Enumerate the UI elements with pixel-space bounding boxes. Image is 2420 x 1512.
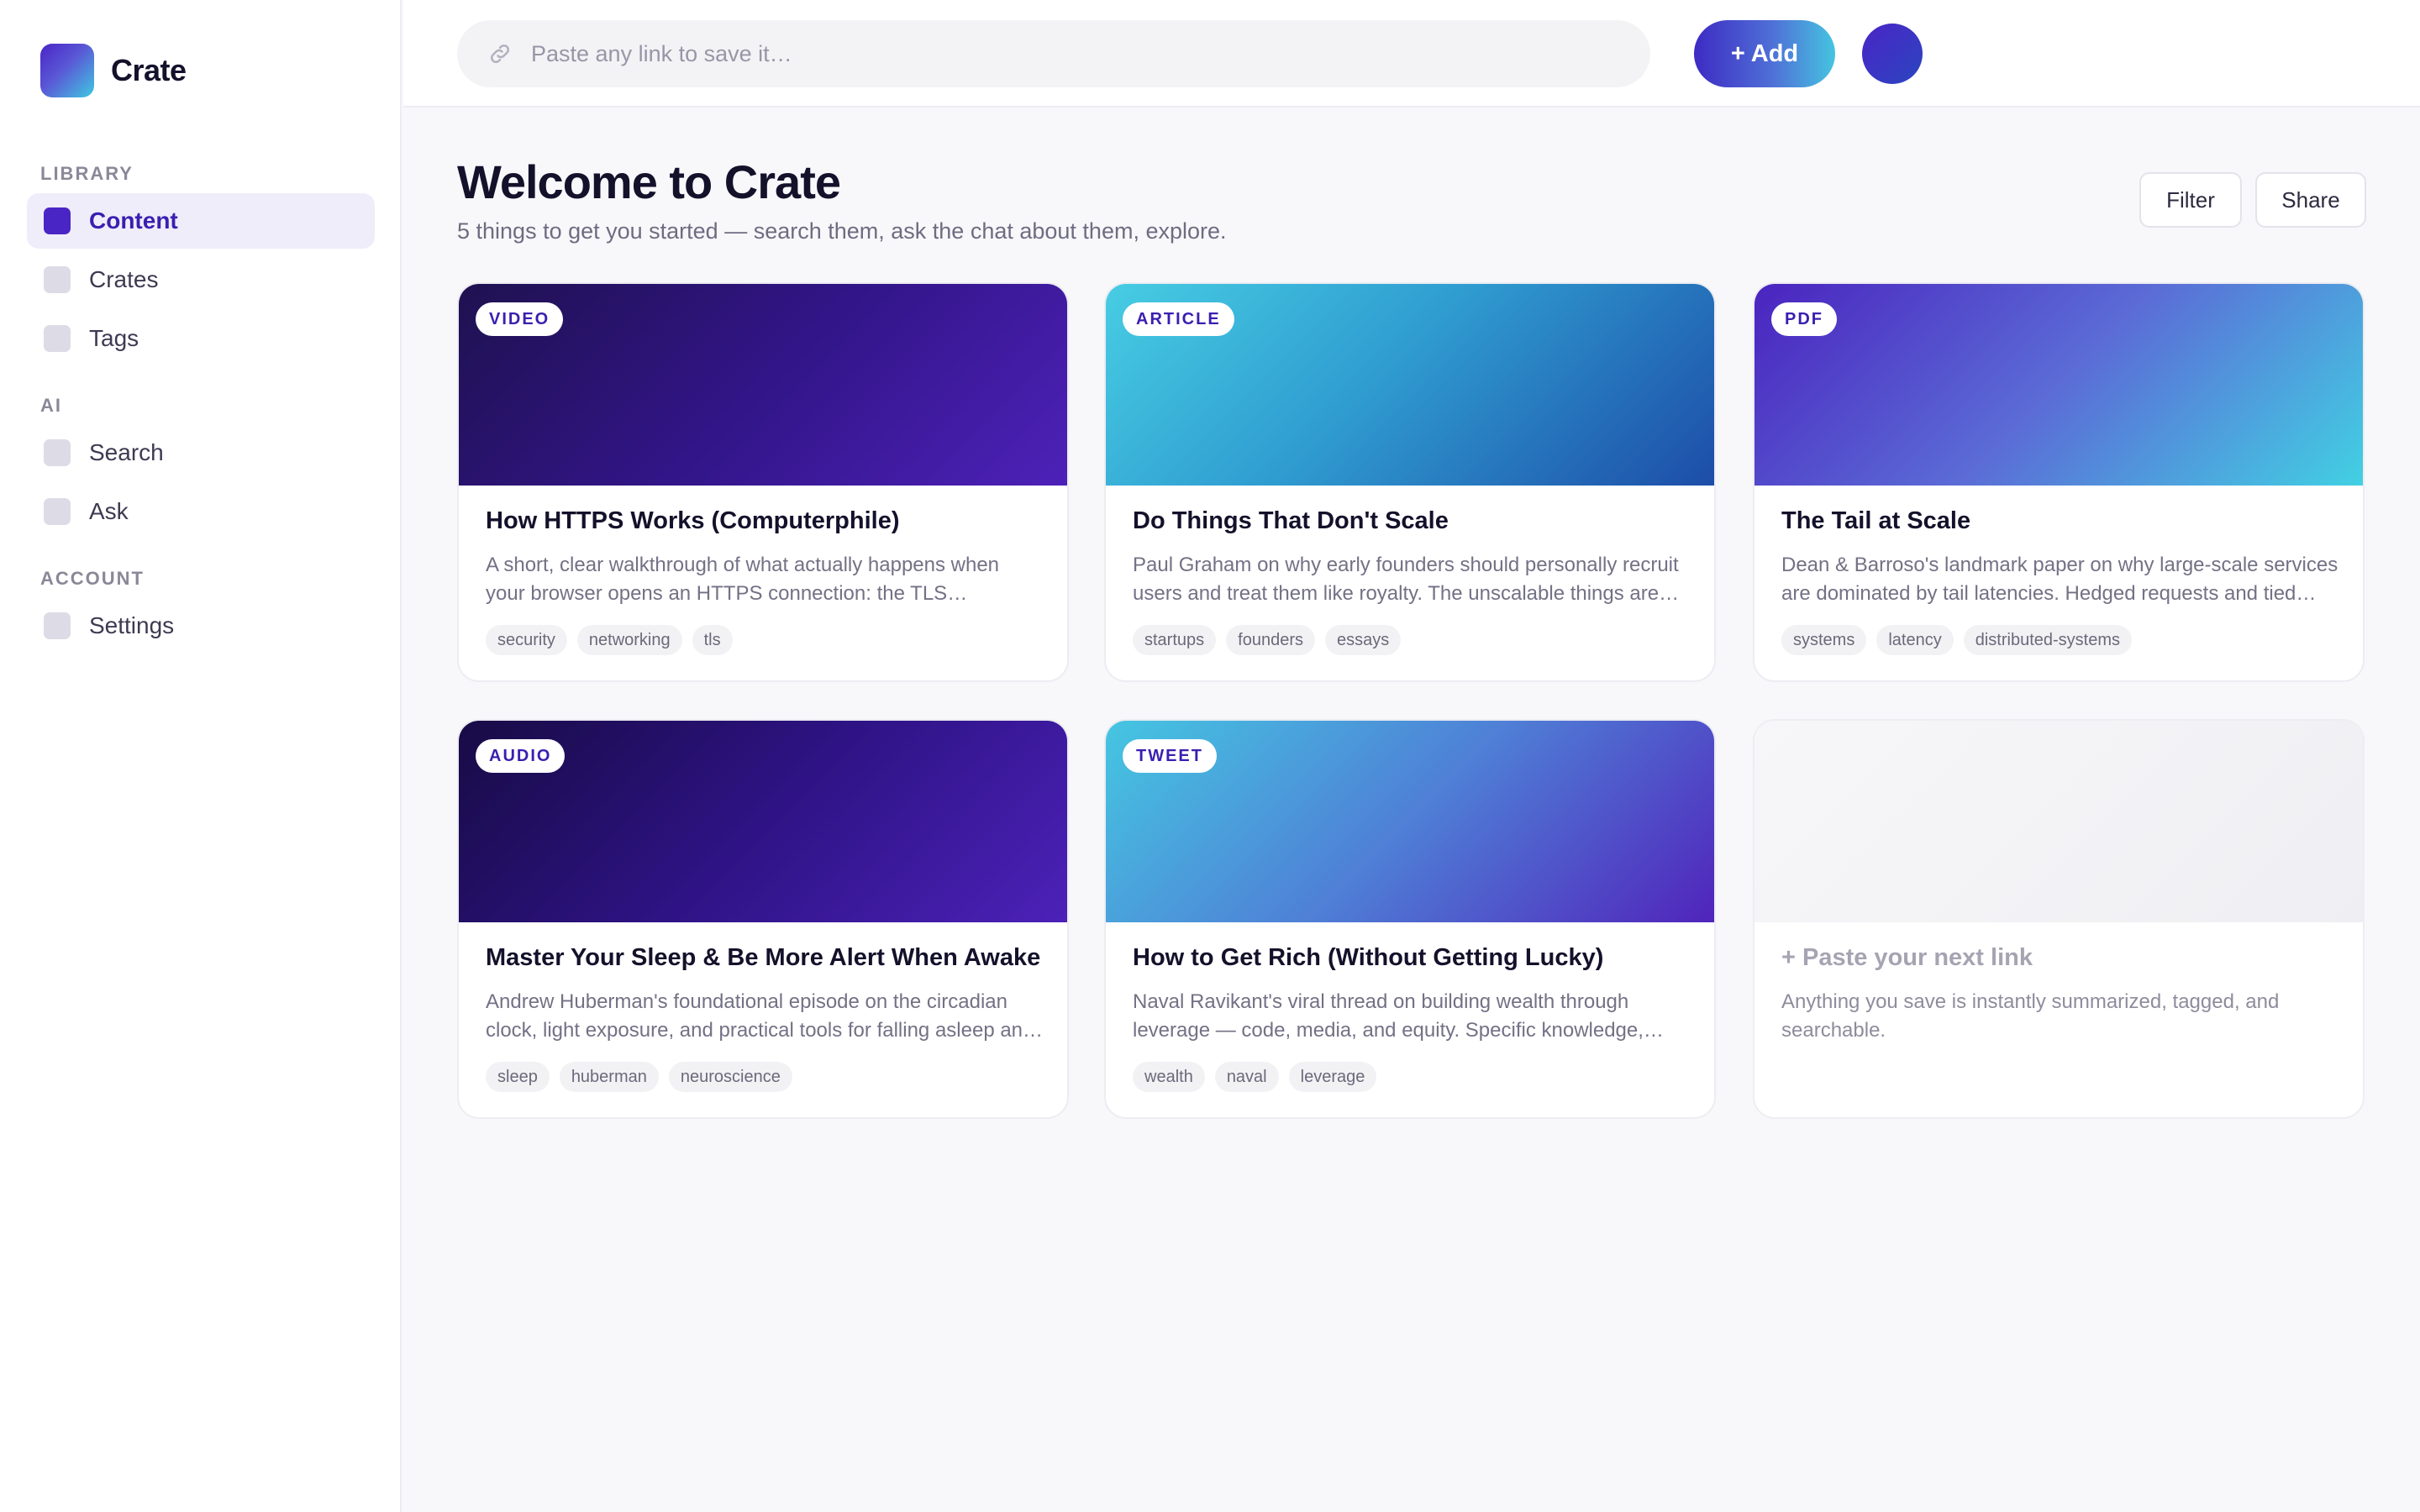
card-title: Master Your Sleep & Be More Alert When A… xyxy=(486,944,1041,971)
page-title: Welcome to Crate xyxy=(457,155,841,208)
share-button[interactable]: Share xyxy=(2255,172,2366,228)
card-thumbnail-empty xyxy=(1754,721,2363,922)
crates-icon xyxy=(44,266,71,293)
card-description: Naval Ravikant's viral thread on buildin… xyxy=(1133,990,1644,1042)
section-label-library: LIBRARY xyxy=(40,163,134,184)
card-title: Do Things That Don't Scale xyxy=(1133,507,1449,534)
section-label-ai: AI xyxy=(40,395,62,416)
tag-chip[interactable]: huberman xyxy=(559,1062,659,1092)
sidebar-item-ask[interactable]: Ask xyxy=(27,484,375,539)
tag-chip[interactable]: neuroscience xyxy=(668,1062,792,1092)
card-tags: systems latency distributed-systems xyxy=(1781,625,2142,655)
tag-chip[interactable]: latency xyxy=(1876,625,1954,655)
content-card-tweet[interactable]: TWEET How to Get Rich (Without Getting L… xyxy=(1104,719,1716,1119)
tag-chip[interactable]: networking xyxy=(576,625,682,655)
tag-chip[interactable]: essays xyxy=(1325,625,1402,655)
content-icon xyxy=(44,207,71,234)
topbar: + Add xyxy=(403,0,2420,108)
content-card-pdf[interactable]: PDF The Tail at Scale Dean & Barroso's l… xyxy=(1753,282,2365,682)
tag-chip[interactable]: systems xyxy=(1781,625,1867,655)
sidebar-item-crates[interactable]: Crates xyxy=(27,252,375,307)
type-badge: PDF xyxy=(1771,302,1837,336)
add-button[interactable]: + Add xyxy=(1694,20,1835,87)
brand[interactable]: Crate xyxy=(40,44,187,97)
card-thumbnail xyxy=(1754,284,2363,486)
tag-chip[interactable]: founders xyxy=(1226,625,1315,655)
type-badge: TWEET xyxy=(1123,739,1217,773)
type-badge: AUDIO xyxy=(476,739,566,773)
card-description: Dean & Barroso's landmark paper on why l… xyxy=(1781,554,2338,605)
card-tags: startups founders essays xyxy=(1133,625,1411,655)
tag-chip[interactable]: distributed-systems xyxy=(1963,625,2132,655)
sidebar-item-label: Tags xyxy=(89,325,139,351)
tags-icon xyxy=(44,325,71,352)
brand-name: Crate xyxy=(111,53,187,87)
content-card-video[interactable]: VIDEO How HTTPS Works (Computerphile) A … xyxy=(457,282,1069,682)
sidebar-item-label: Settings xyxy=(89,612,175,638)
card-tags: wealth naval leverage xyxy=(1133,1062,1386,1092)
link-icon xyxy=(490,44,510,64)
filter-button[interactable]: Filter xyxy=(2139,172,2242,228)
avatar[interactable] xyxy=(1862,24,1923,84)
settings-icon xyxy=(44,612,71,639)
section-label-account: ACCOUNT xyxy=(40,568,145,589)
tag-chip[interactable]: sleep xyxy=(486,1062,550,1092)
link-input[interactable] xyxy=(531,40,1650,67)
card-title: The Tail at Scale xyxy=(1781,507,1971,534)
sidebar-item-label: Search xyxy=(89,439,164,465)
card-tags: sleep huberman neuroscience xyxy=(486,1062,802,1092)
placeholder-description: Anything you save is instantly summarize… xyxy=(1781,990,2280,1042)
sidebar-item-settings[interactable]: Settings xyxy=(27,598,375,654)
sidebar-item-content[interactable]: Content xyxy=(27,193,375,249)
sidebar-item-label: Ask xyxy=(89,498,129,524)
card-description: A short, clear walkthrough of what actua… xyxy=(486,554,1000,605)
card-description: Andrew Huberman's foundational episode o… xyxy=(486,990,1034,1042)
card-description: Paul Graham on why early founders should… xyxy=(1133,554,1679,605)
sidebar-item-search[interactable]: Search xyxy=(27,425,375,480)
tag-chip[interactable]: wealth xyxy=(1133,1062,1205,1092)
ask-icon xyxy=(44,498,71,525)
search-icon xyxy=(44,439,71,466)
link-input-container[interactable] xyxy=(457,20,1650,87)
content-card-audio[interactable]: AUDIO Master Your Sleep & Be More Alert … xyxy=(457,719,1069,1119)
sidebar-item-label: Content xyxy=(89,207,178,234)
sidebar: Crate LIBRARY Content Crates Tags AI Sea… xyxy=(0,0,402,1512)
sidebar-item-tags[interactable]: Tags xyxy=(27,311,375,366)
type-badge: VIDEO xyxy=(476,302,564,336)
content-card-article[interactable]: ARTICLE Do Things That Don't Scale Paul … xyxy=(1104,282,1716,682)
sidebar-item-label: Crates xyxy=(89,266,159,292)
card-title: How to Get Rich (Without Getting Lucky) xyxy=(1133,944,1604,971)
paste-next-link-card[interactable]: + Paste your next link Anything you save… xyxy=(1753,719,2365,1119)
type-badge: ARTICLE xyxy=(1123,302,1234,336)
tag-chip[interactable]: leverage xyxy=(1288,1062,1377,1092)
crate-logo-icon xyxy=(40,44,94,97)
card-title: How HTTPS Works (Computerphile) xyxy=(486,507,900,534)
placeholder-title: + Paste your next link xyxy=(1781,944,2033,971)
card-tags: security networking tls xyxy=(486,625,743,655)
tag-chip[interactable]: naval xyxy=(1214,1062,1279,1092)
page-subtitle: 5 things to get you started — search the… xyxy=(457,218,1227,244)
tag-chip[interactable]: security xyxy=(486,625,567,655)
tag-chip[interactable]: tls xyxy=(692,625,733,655)
tag-chip[interactable]: startups xyxy=(1133,625,1217,655)
